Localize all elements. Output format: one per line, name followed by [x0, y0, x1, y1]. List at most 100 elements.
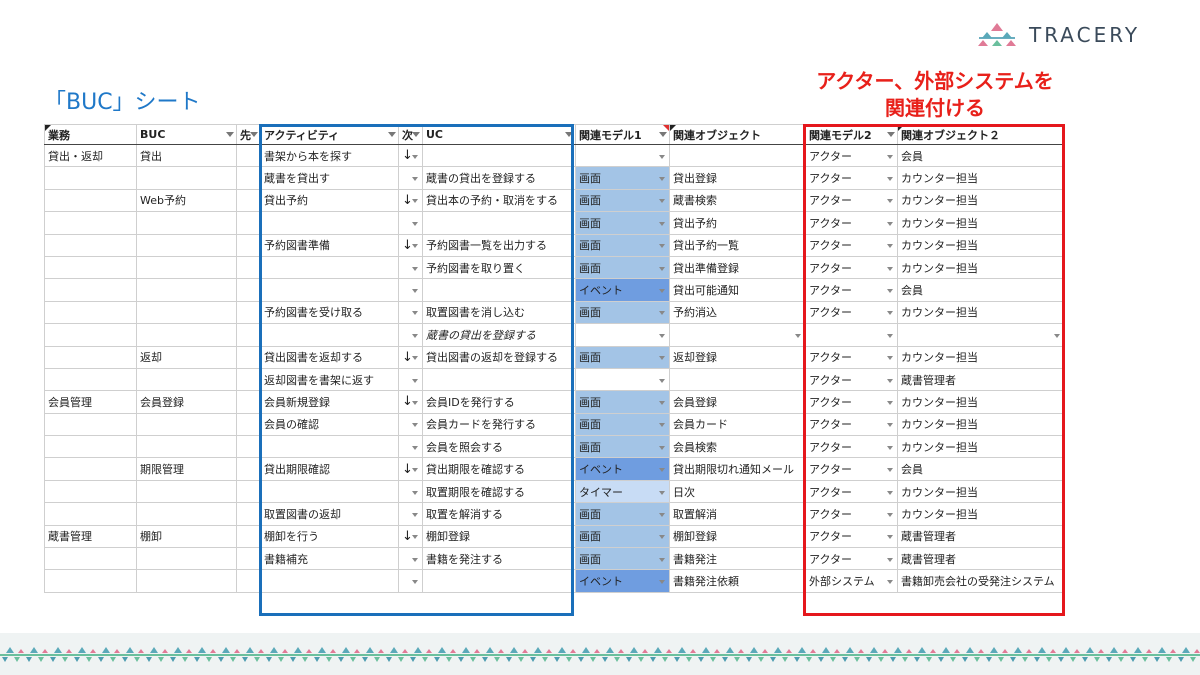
cell-object1[interactable]: 蔵書検索: [669, 188, 806, 213]
cell-activity[interactable]: [260, 278, 399, 302]
cell-model2[interactable]: [805, 323, 898, 347]
cell-object1[interactable]: 書籍発注依頼: [669, 569, 806, 593]
cell-gyomu[interactable]: 貸出・返却: [44, 143, 137, 168]
cell-next[interactable]: ↓: [398, 143, 423, 168]
cell-object2[interactable]: カウンター担当: [897, 345, 1065, 369]
cell-object1[interactable]: 会員登録: [669, 390, 806, 414]
cell-object2[interactable]: カウンター担当: [897, 211, 1065, 235]
header-model2[interactable]: 関連モデル2: [805, 124, 898, 145]
cell-activity[interactable]: 蔵書を貸出す: [260, 166, 399, 190]
cell-object1[interactable]: [669, 367, 806, 392]
cell-model2[interactable]: 外部システム: [805, 569, 898, 593]
cell-gyomu[interactable]: 会員管理: [44, 390, 137, 414]
cell-buc[interactable]: [136, 166, 237, 190]
cell-object2[interactable]: カウンター担当: [897, 502, 1065, 526]
cell-object2[interactable]: 会員: [897, 278, 1065, 302]
cell-uc[interactable]: 蔵書の貸出を登録する: [422, 166, 576, 190]
cell-model2[interactable]: アクター: [805, 143, 898, 168]
cell-object1[interactable]: 返却登録: [669, 345, 806, 369]
cell-buc[interactable]: 棚卸: [136, 524, 237, 549]
cell-model1[interactable]: 画面: [575, 547, 670, 571]
cell-activity[interactable]: 貸出期限確認: [260, 457, 399, 481]
cell-object1[interactable]: [669, 143, 806, 168]
cell-prev[interactable]: [236, 143, 261, 168]
cell-model2[interactable]: アクター: [805, 367, 898, 392]
cell-activity[interactable]: [260, 323, 399, 347]
cell-uc[interactable]: 会員を照会する: [422, 435, 576, 459]
cell-uc[interactable]: 予約図書を取り置く: [422, 255, 576, 280]
header-uc[interactable]: UC: [422, 124, 576, 145]
cell-activity[interactable]: 棚卸を行う: [260, 524, 399, 549]
cell-uc[interactable]: 書籍を発注する: [422, 547, 576, 571]
cell-object1[interactable]: 取置解消: [669, 502, 806, 526]
cell-prev[interactable]: [236, 278, 261, 302]
cell-uc[interactable]: 取置を解消する: [422, 502, 576, 526]
cell-activity[interactable]: [260, 479, 399, 504]
header-gyomu[interactable]: 業務: [44, 124, 137, 145]
cell-next[interactable]: [398, 547, 423, 571]
cell-next[interactable]: [398, 300, 423, 325]
cell-model1[interactable]: [575, 143, 670, 168]
cell-gyomu[interactable]: [44, 211, 137, 235]
cell-object2[interactable]: 書籍卸売会社の受発注システム: [897, 569, 1065, 593]
cell-activity[interactable]: 会員の確認: [260, 412, 399, 437]
cell-activity[interactable]: [260, 569, 399, 593]
cell-activity[interactable]: 書架から本を探す: [260, 143, 399, 168]
cell-gyomu[interactable]: [44, 278, 137, 302]
cell-model1[interactable]: 画面: [575, 435, 670, 459]
cell-object2[interactable]: カウンター担当: [897, 300, 1065, 325]
cell-model2[interactable]: アクター: [805, 547, 898, 571]
cell-activity[interactable]: 返却図書を書架に返す: [260, 367, 399, 392]
cell-prev[interactable]: [236, 524, 261, 549]
cell-model1[interactable]: 画面: [575, 345, 670, 369]
cell-uc[interactable]: 取置図書を消し込む: [422, 300, 576, 325]
cell-activity[interactable]: [260, 435, 399, 459]
cell-activity[interactable]: 貸出図書を返却する: [260, 345, 399, 369]
cell-model1[interactable]: タイマー: [575, 479, 670, 504]
header-activity[interactable]: アクティビティ: [260, 124, 399, 145]
cell-gyomu[interactable]: [44, 255, 137, 280]
cell-prev[interactable]: [236, 390, 261, 414]
cell-prev[interactable]: [236, 457, 261, 481]
cell-next[interactable]: ↓: [398, 457, 423, 481]
cell-model1[interactable]: 画面: [575, 166, 670, 190]
cell-gyomu[interactable]: [44, 166, 137, 190]
cell-object2[interactable]: カウンター担当: [897, 412, 1065, 437]
cell-next[interactable]: [398, 211, 423, 235]
cell-buc[interactable]: [136, 323, 237, 347]
cell-model1[interactable]: イベント: [575, 569, 670, 593]
cell-prev[interactable]: [236, 233, 261, 257]
cell-next[interactable]: ↓: [398, 233, 423, 257]
cell-object1[interactable]: 貸出予約一覧: [669, 233, 806, 257]
cell-model2[interactable]: アクター: [805, 345, 898, 369]
cell-object2[interactable]: 蔵書管理者: [897, 547, 1065, 571]
cell-object2[interactable]: 蔵書管理者: [897, 524, 1065, 549]
cell-model1[interactable]: 画面: [575, 300, 670, 325]
cell-buc[interactable]: [136, 502, 237, 526]
cell-activity[interactable]: 書籍補充: [260, 547, 399, 571]
cell-model2[interactable]: アクター: [805, 188, 898, 213]
cell-model2[interactable]: アクター: [805, 502, 898, 526]
cell-prev[interactable]: [236, 502, 261, 526]
cell-next[interactable]: [398, 323, 423, 347]
cell-model1[interactable]: 画面: [575, 255, 670, 280]
cell-buc[interactable]: [136, 547, 237, 571]
cell-object1[interactable]: 日次: [669, 479, 806, 504]
cell-object1[interactable]: 貸出可能通知: [669, 278, 806, 302]
cell-activity[interactable]: 取置図書の返却: [260, 502, 399, 526]
cell-uc[interactable]: [422, 143, 576, 168]
cell-model1[interactable]: 画面: [575, 502, 670, 526]
cell-prev[interactable]: [236, 255, 261, 280]
cell-uc[interactable]: 取置期限を確認する: [422, 479, 576, 504]
cell-uc[interactable]: 予約図書一覧を出力する: [422, 233, 576, 257]
cell-uc[interactable]: 貸出図書の返却を登録する: [422, 345, 576, 369]
cell-next[interactable]: [398, 412, 423, 437]
cell-object1[interactable]: [669, 323, 806, 347]
cell-object2[interactable]: 会員: [897, 457, 1065, 481]
cell-activity[interactable]: 会員新規登録: [260, 390, 399, 414]
cell-activity[interactable]: [260, 211, 399, 235]
header-object1[interactable]: 関連オブジェクト: [669, 124, 806, 145]
cell-prev[interactable]: [236, 300, 261, 325]
cell-buc[interactable]: [136, 278, 237, 302]
cell-model2[interactable]: アクター: [805, 300, 898, 325]
